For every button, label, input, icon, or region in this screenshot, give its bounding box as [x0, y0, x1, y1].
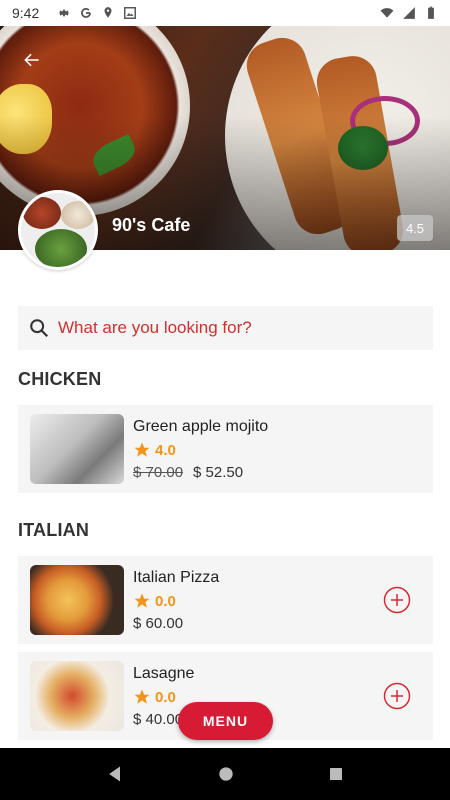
nav-recents-icon[interactable]	[327, 765, 345, 783]
nav-home-icon[interactable]	[216, 764, 236, 784]
cafe-name: 90's Cafe	[112, 215, 191, 235]
google-icon	[81, 7, 92, 18]
menu-item-card[interactable]: Italian Pizza 0.0 $ 60.00	[18, 556, 433, 644]
battery-icon	[428, 6, 434, 19]
menu-item-rating: 0.0	[133, 688, 176, 706]
status-time: 9:42	[12, 5, 40, 21]
search-placeholder: What are you looking for?	[58, 318, 252, 337]
cafe-avatar	[18, 190, 98, 270]
search-input[interactable]: What are you looking for?	[18, 306, 433, 350]
back-arrow-icon	[24, 53, 39, 67]
menu-item-rating-value: 0.0	[155, 688, 176, 706]
section-title-italian: ITALIAN	[18, 520, 90, 540]
star-icon	[134, 689, 150, 704]
menu-button[interactable]: MENU	[178, 702, 273, 740]
menu-item-card[interactable]: Green apple mojito 4.0 $ 70.00 $ 52.50	[18, 405, 433, 493]
menu-item-price: $ 52.50	[193, 464, 244, 481]
search-icon	[30, 319, 49, 338]
status-right	[380, 6, 438, 20]
menu-item-rating: 4.0	[133, 441, 176, 459]
section-title-chicken: CHICKEN	[18, 369, 102, 389]
menu-item-name: Lasagne	[133, 665, 195, 682]
menu-item-price-row: $ 60.00	[133, 615, 183, 632]
menu-item-image	[30, 565, 124, 635]
star-icon	[134, 593, 150, 608]
menu-item-image	[30, 414, 124, 484]
menu-item-old-price: $ 70.00	[133, 464, 184, 481]
star-icon	[134, 442, 150, 457]
menu-item-rating: 0.0	[133, 592, 176, 610]
menu-item-price-row: $ 40.00	[133, 711, 183, 728]
menu-item-rating-value: 0.0	[155, 592, 176, 610]
image-icon	[124, 7, 137, 19]
menu-item-name: Green apple mojito	[133, 418, 269, 435]
menu-item-price: $ 60.00	[133, 615, 184, 632]
add-to-cart-icon[interactable]	[383, 682, 411, 710]
system-nav-bar	[0, 748, 450, 800]
status-left: 9:42	[12, 5, 137, 21]
add-to-cart-icon[interactable]	[383, 586, 411, 614]
menu-item-name: Italian Pizza	[133, 569, 220, 586]
status-bar: 9:42	[0, 0, 450, 26]
back-button[interactable]	[18, 46, 46, 74]
gear-icon	[59, 9, 70, 17]
menu-item-rating-value: 4.0	[155, 441, 176, 459]
menu-item-price-row: $ 70.00 $ 52.50	[133, 464, 243, 481]
signal-icon	[403, 7, 415, 19]
menu-item-price: $ 40.00	[133, 711, 184, 728]
location-icon	[104, 7, 112, 18]
cafe-rating-badge: 4.5	[397, 215, 433, 241]
menu-item-image	[30, 661, 124, 731]
nav-back-icon[interactable]	[105, 764, 125, 784]
wifi-icon	[380, 8, 394, 18]
